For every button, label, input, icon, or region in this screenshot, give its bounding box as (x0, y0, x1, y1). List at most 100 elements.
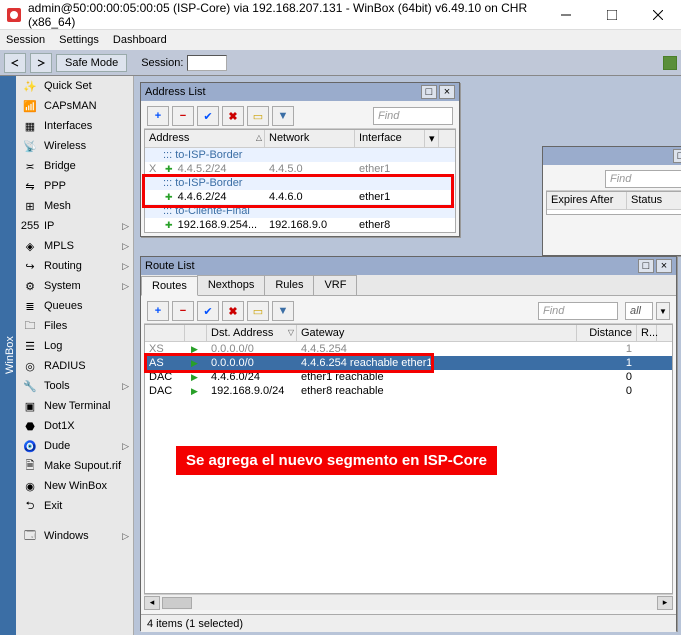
nav-dot1x[interactable]: ⬣Dot1X (16, 416, 133, 436)
filter-button[interactable]: ▼ (272, 106, 294, 126)
col-r[interactable]: R... (637, 325, 657, 341)
address-row[interactable]: ✚ 4.4.6.2/244.4.6.0ether1 (145, 190, 455, 204)
route-row[interactable]: XS▶0.0.0.0/04.4.5.2541 (145, 342, 672, 356)
route-scope-select[interactable]: all (625, 302, 653, 320)
col-distance[interactable]: Distance (577, 325, 637, 341)
route-list-close-icon[interactable]: × (656, 259, 672, 273)
route-row[interactable]: DAC▶192.168.9.0/24ether8 reachable0 (145, 384, 672, 398)
underlay-titlebar[interactable]: □ × (543, 147, 681, 165)
nav-windows[interactable]: 🗔Windows▷ (16, 526, 133, 546)
underlay-find-input[interactable]: Find (605, 170, 681, 188)
nav-make-supout-rif[interactable]: 🗎Make Supout.rif (16, 456, 133, 476)
address-grid[interactable]: Address△ Network Interface ▾ ::: to-ISP-… (144, 129, 456, 233)
scroll-thumb[interactable] (162, 597, 192, 609)
route-marker-icon: ▶ (185, 356, 207, 370)
address-row[interactable]: ✚ 192.168.9.254...192.168.9.0ether8 (145, 218, 455, 232)
tab-routes[interactable]: Routes (141, 276, 198, 296)
col-dst-address[interactable]: Dst. Address▽ (207, 325, 297, 341)
mesh-icon: ⊞ (22, 198, 38, 214)
col-status[interactable]: Status (627, 192, 681, 209)
nav-log[interactable]: ☰Log (16, 336, 133, 356)
disable-button[interactable]: ✖ (222, 106, 244, 126)
nav-queues[interactable]: ≣Queues (16, 296, 133, 316)
nav-wireless[interactable]: 📡Wireless (16, 136, 133, 156)
route-comment-button[interactable]: ▭ (247, 301, 269, 321)
nav-quick-set[interactable]: ✨Quick Set (16, 76, 133, 96)
remove-button[interactable]: − (172, 106, 194, 126)
scroll-right-icon[interactable]: ▸ (657, 596, 673, 610)
nav-label: New Terminal (44, 400, 110, 412)
route-disable-button[interactable]: ✖ (222, 301, 244, 321)
scroll-left-icon[interactable]: ◂ (144, 596, 160, 610)
route-row[interactable]: AS▶0.0.0.0/04.4.6.254 reachable ether11 (145, 356, 672, 370)
col-more-icon[interactable]: ▾ (425, 130, 439, 147)
close-button[interactable] (635, 0, 681, 30)
address-find-input[interactable]: Find (373, 107, 453, 125)
maximize-button[interactable] (589, 0, 635, 30)
nav-label: Routing (44, 260, 82, 272)
nav-new-terminal[interactable]: ▣New Terminal (16, 396, 133, 416)
route-enable-button[interactable]: ✔ (197, 301, 219, 321)
col-gateway[interactable]: Gateway (297, 325, 577, 341)
address-list-title: Address List (145, 86, 419, 98)
address-row[interactable]: ::: to-ISP-Border (145, 148, 455, 162)
route-list-restore-icon[interactable]: □ (638, 259, 654, 273)
route-add-button[interactable]: + (147, 301, 169, 321)
col-address[interactable]: Address△ (145, 130, 265, 147)
address-row[interactable]: ::: to-ISP-Border (145, 176, 455, 190)
col-flags[interactable] (145, 325, 185, 341)
nav-radius[interactable]: ◎RADIUS (16, 356, 133, 376)
col-expires[interactable]: Expires After (547, 192, 627, 209)
route-hscrollbar[interactable]: ◂ ▸ (144, 594, 673, 610)
address-list-titlebar[interactable]: Address List □ × (141, 83, 459, 101)
plus-icon: ✚ (163, 192, 175, 202)
col-marker[interactable] (185, 325, 207, 341)
route-row[interactable]: DAC▶4.4.6.0/24ether1 reachable0 (145, 370, 672, 384)
nav-mpls[interactable]: ◈MPLS▷ (16, 236, 133, 256)
col-network[interactable]: Network (265, 130, 355, 147)
session-input[interactable] (187, 55, 227, 71)
nav-files[interactable]: 🗀Files (16, 316, 133, 336)
nav-exit[interactable]: ⮌Exit (16, 496, 133, 516)
enable-button[interactable]: ✔ (197, 106, 219, 126)
nav-ppp[interactable]: ⇋PPP (16, 176, 133, 196)
nav-capsman[interactable]: 📶CAPsMAN (16, 96, 133, 116)
menu-settings[interactable]: Settings (59, 34, 99, 46)
address-row[interactable]: X✚ 4.4.5.2/244.4.5.0ether1 (145, 162, 455, 176)
menu-dashboard[interactable]: Dashboard (113, 34, 167, 46)
nav-system[interactable]: ⚙System▷ (16, 276, 133, 296)
add-button[interactable]: + (147, 106, 169, 126)
redo-button[interactable] (30, 53, 52, 73)
route-list-titlebar[interactable]: Route List □ × (141, 257, 676, 275)
tab-rules[interactable]: Rules (264, 275, 314, 295)
nav-label: Make Supout.rif (44, 460, 121, 472)
sidebar-caption: WinBox (0, 76, 16, 635)
nav-mesh[interactable]: ⊞Mesh (16, 196, 133, 216)
address-list-close-icon[interactable]: × (439, 85, 455, 99)
route-remove-button[interactable]: − (172, 301, 194, 321)
route-filter-button[interactable]: ▼ (272, 301, 294, 321)
nav-label: Queues (44, 300, 83, 312)
nav-bridge[interactable]: ≍Bridge (16, 156, 133, 176)
nav-dude[interactable]: 🧿Dude▷ (16, 436, 133, 456)
route-scope-dropdown-icon[interactable]: ▼ (656, 302, 670, 320)
address-list-restore-icon[interactable]: □ (421, 85, 437, 99)
underlay-restore-icon[interactable]: □ (673, 149, 681, 163)
address-row[interactable]: ::: to-Cliente-Final (145, 204, 455, 218)
minimize-button[interactable] (543, 0, 589, 30)
tab-nexthops[interactable]: Nexthops (197, 275, 265, 295)
nav-label: System (44, 280, 81, 292)
menu-session[interactable]: Session (6, 34, 45, 46)
undo-button[interactable] (4, 53, 26, 73)
nav-routing[interactable]: ↪Routing▷ (16, 256, 133, 276)
tab-vrf[interactable]: VRF (313, 275, 357, 295)
comment-button[interactable]: ▭ (247, 106, 269, 126)
nav-interfaces[interactable]: ▦Interfaces (16, 116, 133, 136)
safe-mode-button[interactable]: Safe Mode (56, 54, 127, 72)
nav-ip[interactable]: 255IP▷ (16, 216, 133, 236)
route-find-input[interactable]: Find (538, 302, 618, 320)
col-interface[interactable]: Interface (355, 130, 425, 147)
nav-tools[interactable]: 🔧Tools▷ (16, 376, 133, 396)
nav-new-winbox[interactable]: ◉New WinBox (16, 476, 133, 496)
mpls-icon: ◈ (22, 238, 38, 254)
